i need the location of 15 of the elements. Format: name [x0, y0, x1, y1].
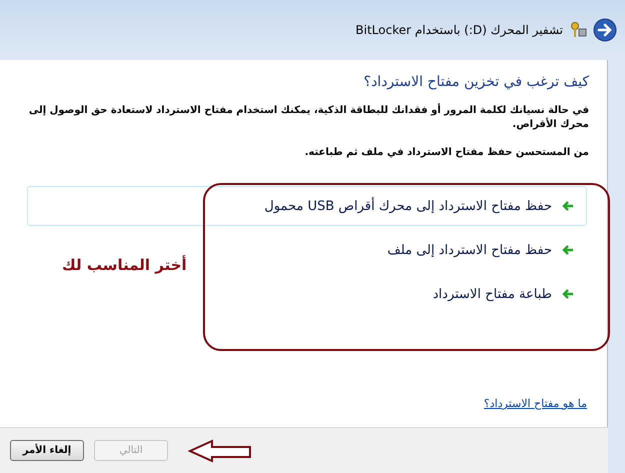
key-lock-icon — [569, 21, 587, 39]
arrow-icon — [562, 288, 574, 300]
page-heading: كيف ترغب في تخزين مفتاح الاسترداد؟ — [362, 74, 589, 90]
description-text: من المستحسن حفظ مفتاح الاسترداد في ملف ثم طباعته. — [304, 146, 589, 160]
arrow-icon — [562, 244, 574, 256]
cancel-button[interactable]: إلغاء الأمر — [10, 440, 84, 461]
description-text: في حالة نسيانك لكلمة المرور أو فقدانك للبطاقة الذكية، يمكنك استخدام مفتاح الاسترداد لاستعادة حق الوصول إلى محرك الأقراص. — [28, 104, 589, 132]
command-link[interactable]: حفظ مفتاح الاسترداد إلى ملف — [374, 230, 587, 270]
annotation-text: أختر المناسب لك — [62, 256, 187, 274]
arrow-icon — [562, 200, 574, 212]
annotation-arrow-icon — [188, 438, 252, 462]
command-link[interactable]: حفظ مفتاح الاسترداد إلى محرك أقراص USB محمول — [27, 186, 587, 226]
help-link[interactable]: ما هو مفتاح الاسترداد؟ — [484, 397, 587, 410]
command-link[interactable]: طباعة مفتاح الاسترداد — [420, 274, 587, 314]
window-title: تشفير المحرك (D:) باستخدام BitLocker — [356, 23, 563, 37]
